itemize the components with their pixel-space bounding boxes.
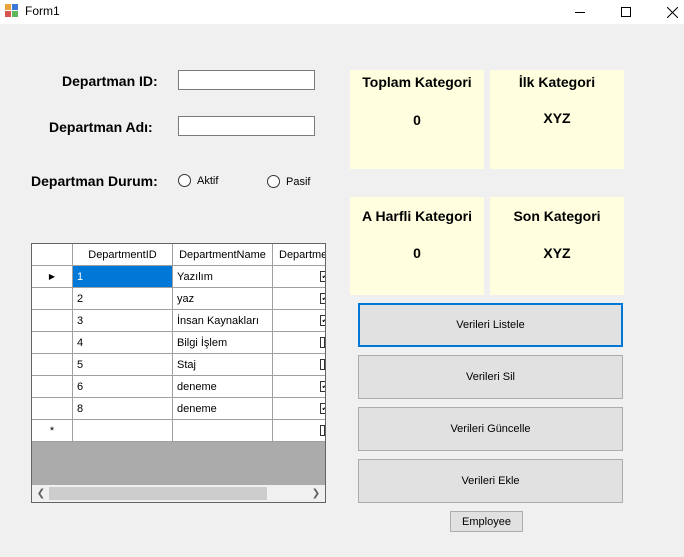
radio-circle[interactable] [178, 174, 191, 187]
app-icon [5, 4, 19, 18]
radio-passive[interactable]: Pasif [267, 175, 310, 188]
status-checkbox[interactable]: ✓ [320, 403, 325, 414]
list-data-button[interactable]: Verileri Listele [358, 303, 623, 347]
status-checkbox[interactable]: ✓ [320, 315, 325, 326]
cell-id[interactable]: 3 [73, 310, 173, 332]
table-row[interactable]: 3 İnsan Kaynakları ✓ [32, 310, 325, 332]
employee-button[interactable]: Employee [450, 511, 523, 532]
maximize-button[interactable] [603, 0, 649, 24]
department-name-input[interactable] [178, 116, 315, 136]
row-header[interactable] [32, 376, 73, 398]
panel-title: Toplam Kategori [362, 74, 472, 90]
department-grid[interactable]: DepartmentID DepartmentName Departme ▶ 1… [31, 243, 326, 503]
department-name-label: Departman Adı: [49, 119, 153, 135]
scroll-left-icon[interactable]: ❮ [34, 487, 48, 500]
department-id-label: Departman ID: [62, 73, 158, 89]
cell-status[interactable] [273, 420, 325, 442]
radio-active-label: Aktif [197, 174, 219, 187]
table-row[interactable]: 4 Bilgi İşlem [32, 332, 325, 354]
department-status-label: Departman Durum: [31, 173, 158, 189]
table-row[interactable]: 8 deneme ✓ [32, 398, 325, 420]
column-header-status[interactable]: Departme [273, 244, 325, 266]
panel-value: 0 [413, 112, 421, 128]
cell-status[interactable]: ✓ [273, 376, 325, 398]
table-row[interactable]: ▶ 1 Yazılım ✓ [32, 266, 325, 288]
cell-name[interactable] [173, 420, 273, 442]
cell-name[interactable]: deneme [173, 376, 273, 398]
scroll-thumb[interactable] [49, 487, 267, 500]
cell-name[interactable]: İnsan Kaynakları [173, 310, 273, 332]
update-data-button[interactable]: Verileri Güncelle [358, 407, 623, 451]
horizontal-scrollbar[interactable]: ❮ ❯ [32, 485, 325, 502]
column-header-name[interactable]: DepartmentName [173, 244, 273, 266]
table-row[interactable]: 2 yaz ✓ [32, 288, 325, 310]
cell-id[interactable] [73, 420, 173, 442]
row-header[interactable] [32, 332, 73, 354]
cell-status[interactable]: ✓ [273, 310, 325, 332]
panel-value: XYZ [543, 245, 571, 261]
last-category-panel: Son Kategori XYZ [490, 197, 624, 295]
row-header[interactable] [32, 354, 73, 376]
current-row-icon: ▶ [48, 272, 56, 281]
department-id-input[interactable] [178, 70, 315, 90]
status-checkbox[interactable]: ✓ [320, 381, 325, 392]
new-row[interactable]: * [32, 420, 325, 442]
delete-data-button[interactable]: Verileri Sil [358, 355, 623, 399]
a-letter-category-panel: A Harfli Kategori 0 [350, 197, 484, 295]
panel-value: 0 [413, 245, 421, 261]
row-header[interactable] [32, 398, 73, 420]
minimize-button[interactable] [557, 0, 603, 24]
cell-name[interactable]: Staj [173, 354, 273, 376]
status-checkbox[interactable] [320, 337, 325, 348]
cell-id[interactable]: 8 [73, 398, 173, 420]
cell-id[interactable]: 2 [73, 288, 173, 310]
row-header-corner [32, 244, 73, 266]
panel-title: İlk Kategori [518, 74, 596, 90]
scroll-right-icon[interactable]: ❯ [309, 487, 323, 500]
panel-title: Son Kategori [513, 208, 601, 224]
cell-name[interactable]: yaz [173, 288, 273, 310]
cell-name[interactable]: Bilgi İşlem [173, 332, 273, 354]
radio-active[interactable]: Aktif [178, 174, 218, 187]
radio-circle[interactable] [267, 175, 280, 188]
table-row[interactable]: 6 deneme ✓ [32, 376, 325, 398]
cell-name[interactable]: Yazılım [173, 266, 273, 288]
cell-status[interactable] [273, 332, 325, 354]
grid-header: DepartmentID DepartmentName Departme [32, 244, 325, 266]
panel-title: A Harfli Kategori [362, 208, 472, 224]
status-checkbox[interactable] [320, 359, 325, 370]
cell-status[interactable]: ✓ [273, 266, 325, 288]
panel-value: XYZ [543, 110, 571, 126]
cell-status[interactable]: ✓ [273, 288, 325, 310]
row-header[interactable]: ▶ [32, 266, 73, 288]
cell-id[interactable]: 1 [73, 266, 173, 288]
close-button[interactable] [649, 0, 684, 24]
total-category-panel: Toplam Kategori 0 [350, 70, 484, 169]
first-category-panel: İlk Kategori XYZ [490, 70, 624, 169]
cell-id[interactable]: 6 [73, 376, 173, 398]
status-checkbox[interactable]: ✓ [320, 293, 325, 304]
cell-id[interactable]: 5 [73, 354, 173, 376]
cell-status[interactable]: ✓ [273, 398, 325, 420]
maximize-icon [621, 7, 631, 17]
table-row[interactable]: 5 Staj [32, 354, 325, 376]
cell-status[interactable] [273, 354, 325, 376]
status-checkbox[interactable] [320, 425, 325, 436]
row-header[interactable] [32, 310, 73, 332]
cell-id[interactable]: 4 [73, 332, 173, 354]
minimize-icon [575, 11, 585, 13]
status-checkbox[interactable]: ✓ [320, 271, 325, 282]
row-header[interactable]: * [32, 420, 73, 442]
window-title: Form1 [25, 4, 60, 18]
close-icon [666, 6, 678, 18]
column-header-id[interactable]: DepartmentID [73, 244, 173, 266]
title-bar: Form1 [0, 0, 684, 24]
radio-passive-label: Pasif [286, 175, 311, 188]
row-header[interactable] [32, 288, 73, 310]
new-row-icon: * [49, 424, 55, 437]
cell-name[interactable]: deneme [173, 398, 273, 420]
add-data-button[interactable]: Verileri Ekle [358, 459, 623, 503]
